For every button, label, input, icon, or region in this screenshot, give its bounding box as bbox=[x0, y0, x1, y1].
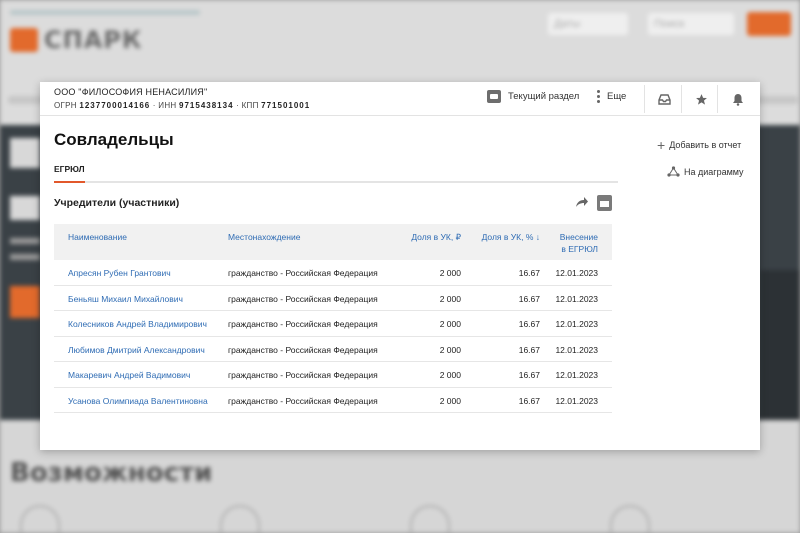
more-button[interactable]: Еще bbox=[597, 90, 626, 103]
add-to-report-label: Добавить в отчет bbox=[669, 140, 742, 150]
section-title: Учредители (участники) bbox=[54, 197, 180, 209]
share-icon[interactable] bbox=[575, 196, 589, 208]
owner-name-link[interactable]: Апресян Рубен Грантович bbox=[68, 268, 171, 278]
tab-egrul[interactable]: ЕГРЮЛ bbox=[54, 164, 85, 183]
table-row: Колесников Андрей Владимирович гражданст… bbox=[54, 311, 612, 337]
bg-hero-button bbox=[10, 286, 40, 318]
kpp-label: КПП bbox=[241, 101, 259, 110]
bg-hero-heading2 bbox=[10, 196, 40, 220]
bg-top-strip bbox=[10, 10, 200, 15]
bg-hero-heading bbox=[10, 138, 40, 168]
owner-share-pct: 16.67 bbox=[518, 268, 540, 278]
to-diagram-button[interactable]: На диаграмму bbox=[667, 166, 744, 177]
owner-date: 12.01.2023 bbox=[555, 344, 598, 355]
owner-share-pct: 16.67 bbox=[518, 370, 540, 380]
document-icon bbox=[487, 90, 501, 103]
more-vertical-icon bbox=[597, 90, 600, 103]
owner-share-rub: 2 000 bbox=[439, 370, 461, 380]
table-header: Наименование Местонахождение Доля в УК, … bbox=[54, 224, 612, 260]
column-header-share-rub[interactable]: Доля в УК, ₽ bbox=[411, 231, 461, 243]
inn-label: ИНН bbox=[158, 101, 177, 110]
owner-share-rub: 2 000 bbox=[439, 319, 461, 329]
owner-share-rub: 2 000 bbox=[439, 395, 461, 406]
ogrn-label: ОГРН bbox=[54, 101, 77, 110]
owner-location: гражданство - Российская Федерация bbox=[228, 319, 378, 329]
owner-name-link[interactable]: Усанова Олимпиада Валентиновна bbox=[68, 396, 208, 406]
tabs: ЕГРЮЛ bbox=[54, 164, 618, 183]
owner-date: 12.01.2023 bbox=[555, 268, 598, 278]
table-row: Апресян Рубен Грантович гражданство - Ро… bbox=[54, 260, 612, 286]
ogrn-value: 1237700014166 bbox=[79, 101, 151, 110]
more-label: Еще bbox=[607, 91, 627, 102]
table-row: Усанова Олимпиада Валентиновна гражданст… bbox=[54, 388, 612, 413]
column-header-date-line2: в ЕГРЮЛ bbox=[561, 244, 598, 254]
separator: · bbox=[236, 101, 240, 110]
company-name: ООО "ФИЛОСОФИЯ НЕНАСИЛИЯ" bbox=[54, 87, 208, 97]
owner-share-pct: 16.67 bbox=[518, 293, 540, 304]
notifications-button[interactable] bbox=[717, 85, 757, 113]
owner-name-link[interactable]: Колесников Андрей Владимирович bbox=[68, 319, 207, 329]
bg-search-button bbox=[747, 12, 791, 36]
column-header-location[interactable]: Местонахождение bbox=[228, 231, 300, 243]
owner-location: гражданство - Российская Федерация bbox=[228, 370, 378, 380]
bg-features-title: Возможности bbox=[10, 458, 213, 488]
column-header-date-line1: Внесение bbox=[559, 232, 598, 242]
bg-hero-right bbox=[760, 270, 800, 420]
add-to-report-button[interactable]: + Добавить в отчет bbox=[657, 138, 741, 152]
owner-share-rub: 2 000 bbox=[439, 268, 461, 278]
favorite-button[interactable] bbox=[681, 85, 721, 113]
column-header-name[interactable]: Наименование bbox=[68, 231, 127, 243]
owner-share-pct: 16.67 bbox=[518, 344, 540, 355]
owner-date: 12.01.2023 bbox=[555, 370, 598, 380]
bg-logo-text: СПАРК bbox=[44, 26, 143, 54]
owner-location: гражданство - Российская Федерация bbox=[228, 268, 378, 278]
page-title: Совладельцы bbox=[54, 130, 174, 149]
owner-name-link[interactable]: Беньяш Михаил Михайлович bbox=[68, 294, 183, 304]
inbox-button[interactable] bbox=[644, 85, 684, 113]
plus-icon: + bbox=[657, 137, 666, 153]
owner-location: гражданство - Российская Федерация bbox=[228, 344, 378, 355]
excel-export-icon[interactable] bbox=[597, 195, 612, 211]
inbox-icon bbox=[658, 93, 671, 105]
separator: · bbox=[152, 101, 156, 110]
company-registration: ОГРН 1237700014166 · ИНН 9715438134 · КП… bbox=[54, 101, 310, 110]
owner-date: 12.01.2023 bbox=[555, 319, 598, 329]
table-row: Беньяш Михаил Михайлович гражданство - Р… bbox=[54, 286, 612, 311]
owner-share-pct: 16.67 bbox=[518, 395, 540, 406]
bg-field-dates: Даты bbox=[548, 13, 628, 35]
owner-name-link[interactable]: Любимов Дмитрий Александрович bbox=[68, 345, 205, 355]
table-body: Апресян Рубен Грантович гражданство - Ро… bbox=[54, 260, 612, 413]
column-header-share-pct[interactable]: Доля в УК, % ↓ bbox=[482, 231, 540, 243]
coowners-modal: ООО "ФИЛОСОФИЯ НЕНАСИЛИЯ" ОГРН 123770001… bbox=[40, 82, 760, 450]
to-diagram-label: На диаграмму bbox=[684, 166, 744, 177]
modal-header: ООО "ФИЛОСОФИЯ НЕНАСИЛИЯ" ОГРН 123770001… bbox=[40, 82, 760, 116]
owner-date: 12.01.2023 bbox=[555, 395, 598, 406]
owner-location: гражданство - Российская Федерация bbox=[228, 395, 378, 406]
star-icon bbox=[696, 93, 707, 105]
owner-share-pct: 16.67 bbox=[518, 319, 540, 329]
bg-hero-text bbox=[10, 238, 40, 244]
diagram-icon bbox=[667, 166, 680, 177]
bell-icon bbox=[732, 93, 743, 106]
table-row: Любимов Дмитрий Александрович гражданств… bbox=[54, 337, 612, 362]
kpp-value: 771501001 bbox=[261, 101, 311, 110]
column-header-date[interactable]: Внесение в ЕГРЮЛ bbox=[560, 231, 598, 255]
inn-value: 9715438134 bbox=[179, 101, 234, 110]
bg-logo-icon bbox=[10, 28, 38, 52]
owner-name-link[interactable]: Макаревич Андрей Вадимович bbox=[68, 370, 190, 380]
bg-hero-text2 bbox=[10, 254, 40, 260]
current-section-button[interactable]: Текущий раздел bbox=[487, 90, 579, 103]
bg-field-search: Поиск bbox=[648, 13, 734, 35]
table-row: Макаревич Андрей Вадимович гражданство -… bbox=[54, 362, 612, 388]
current-section-label: Текущий раздел bbox=[508, 91, 580, 102]
owner-share-rub: 2 000 bbox=[439, 293, 461, 304]
owner-location: гражданство - Российская Федерация bbox=[228, 293, 378, 304]
owner-share-rub: 2 000 bbox=[439, 344, 461, 355]
owner-date: 12.01.2023 bbox=[555, 293, 598, 304]
